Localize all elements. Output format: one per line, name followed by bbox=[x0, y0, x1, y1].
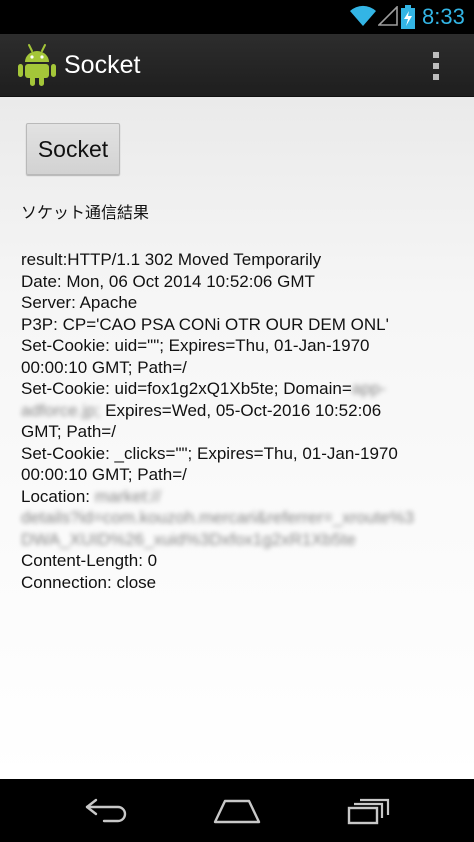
status-bar: 8:33 bbox=[0, 0, 474, 34]
result-line: GMT; Path=/ bbox=[21, 421, 461, 443]
navigation-bar bbox=[0, 779, 474, 842]
result-heading: ソケット通信結果 bbox=[21, 203, 150, 222]
back-button[interactable] bbox=[76, 791, 136, 831]
result-line-text: Connection: close bbox=[21, 572, 157, 592]
result-line: Server: Apache bbox=[21, 292, 461, 314]
home-button[interactable] bbox=[207, 791, 267, 831]
redacted-text: details?id=com.kouzoh.mercari&referrer=_… bbox=[21, 508, 415, 527]
result-line: details?id=com.kouzoh.mercari&referrer=_… bbox=[21, 507, 461, 529]
result-line-text: Set-Cookie: uid=fox1g2xQ1Xb5te; Domain= bbox=[21, 379, 352, 398]
recent-apps-button[interactable] bbox=[339, 791, 399, 831]
result-line-text: Server: Apache bbox=[21, 293, 138, 312]
result-line: Location: market:// bbox=[21, 486, 461, 508]
android-robot-icon bbox=[18, 44, 56, 86]
result-line: 00:00:10 GMT; Path=/ bbox=[21, 357, 461, 379]
result-line-text: 00:00:10 GMT; Path=/ bbox=[21, 465, 187, 484]
home-icon bbox=[213, 799, 261, 824]
status-clock: 8:33 bbox=[422, 4, 465, 29]
result-line: result:HTTP/1.1 302 Moved Temporarily bbox=[21, 249, 461, 271]
result-line-text: P3P: CP='CAO PSA CONi OTR OUR DEM ONL' bbox=[21, 314, 389, 334]
result-line-text: Set-Cookie: _clicks=""; Expires=Thu, 01-… bbox=[21, 443, 398, 463]
result-line-text: result:HTTP/1.1 302 Moved Temporarily bbox=[21, 250, 322, 269]
result-text: result:HTTP/1.1 302 Moved Temporarily Dat… bbox=[21, 249, 461, 593]
back-icon bbox=[85, 798, 127, 823]
redacted-text: DWA_XUID%26_xuid%3Dxfox1g2xR1Xb5te bbox=[21, 529, 356, 549]
result-line-text: Set-Cookie: uid=""; Expires=Thu, 01-Jan-… bbox=[21, 336, 370, 355]
screen: 8:33 Socket Socket ソケット通信結果 result:HTTP/… bbox=[0, 0, 474, 842]
redacted-text: adforce.jp; bbox=[21, 400, 101, 420]
result-line: adforce.jp; Expires=Wed, 05-Oct-2016 10:… bbox=[21, 400, 461, 422]
result-line-text: Content-Length: 0 bbox=[21, 551, 158, 570]
result-line-text: Date: Mon, 06 Oct 2014 10:52:06 GMT bbox=[21, 271, 315, 291]
result-line: DWA_XUID%26_xuid%3Dxfox1g2xR1Xb5te bbox=[21, 529, 461, 551]
battery-charging-icon bbox=[401, 5, 415, 29]
overflow-menu-icon[interactable] bbox=[420, 46, 452, 86]
redacted-text: app- bbox=[351, 379, 386, 398]
action-bar-title: Socket bbox=[64, 51, 141, 79]
result-line-text: Location: bbox=[21, 486, 95, 506]
wifi-icon bbox=[350, 5, 376, 26]
recent-apps-icon bbox=[347, 798, 390, 825]
result-line: Date: Mon, 06 Oct 2014 10:52:06 GMT bbox=[21, 271, 461, 293]
result-line: Set-Cookie: uid=fox1g2xQ1Xb5te; Domain=a… bbox=[21, 378, 461, 400]
redacted-text: market:// bbox=[94, 486, 161, 506]
result-line: Set-Cookie: uid=""; Expires=Thu, 01-Jan-… bbox=[21, 335, 461, 357]
result-line-text: GMT; Path=/ bbox=[21, 422, 116, 441]
signal-icon bbox=[378, 6, 398, 26]
socket-button[interactable]: Socket bbox=[26, 123, 120, 175]
result-line: 00:00:10 GMT; Path=/ bbox=[21, 464, 461, 486]
result-line: P3P: CP='CAO PSA CONi OTR OUR DEM ONL' bbox=[21, 314, 461, 336]
main-content: Socket ソケット通信結果 result:HTTP/1.1 302 Move… bbox=[0, 97, 474, 779]
result-line: Connection: close bbox=[21, 572, 461, 594]
result-line-text: 00:00:10 GMT; Path=/ bbox=[21, 357, 187, 377]
action-bar: Socket bbox=[0, 34, 474, 97]
result-line: Set-Cookie: _clicks=""; Expires=Thu, 01-… bbox=[21, 443, 461, 465]
result-line: Content-Length: 0 bbox=[21, 550, 461, 572]
result-line-text: Expires=Wed, 05-Oct-2016 10:52:06 bbox=[100, 400, 382, 420]
